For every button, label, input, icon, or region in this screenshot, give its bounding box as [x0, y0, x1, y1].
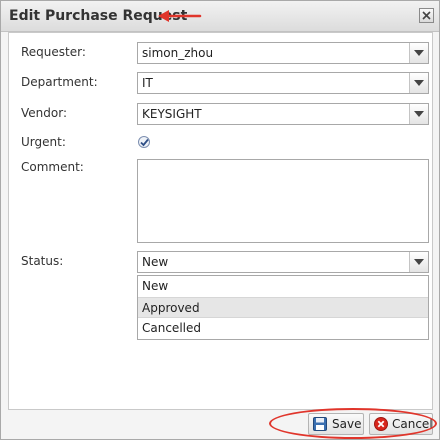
cancel-x-icon: [374, 417, 388, 431]
vendor-value: KEYSIGHT: [142, 107, 202, 121]
cancel-label: Cancel: [392, 417, 433, 431]
chevron-down-icon: [414, 80, 424, 86]
department-select[interactable]: IT: [137, 72, 429, 94]
comment-label: Comment:: [21, 160, 84, 174]
requester-label: Requester:: [21, 45, 86, 59]
option-label: Cancelled: [142, 321, 201, 335]
edit-purchase-request-dialog: Edit Purchase Request Requester: simon_z…: [0, 0, 440, 440]
close-button[interactable]: [419, 8, 434, 23]
red-arrow-annotation: [158, 10, 202, 22]
status-select[interactable]: New: [137, 251, 429, 273]
chevron-down-icon: [414, 111, 424, 117]
checkmark-icon: [140, 138, 149, 147]
department-label: Department:: [21, 75, 98, 89]
form-panel: Requester: simon_zhou Department: IT Ven…: [8, 32, 433, 410]
vendor-dropdown-button[interactable]: [409, 104, 428, 124]
status-value: New: [142, 255, 169, 269]
option-label: Approved: [142, 301, 200, 315]
requester-select[interactable]: simon_zhou: [137, 42, 429, 64]
requester-dropdown-button[interactable]: [409, 43, 428, 63]
chevron-down-icon: [414, 259, 424, 265]
dialog-titlebar[interactable]: Edit Purchase Request: [1, 1, 439, 32]
status-label: Status:: [21, 254, 64, 268]
status-option-approved[interactable]: Approved: [138, 297, 428, 318]
urgent-label: Urgent:: [21, 135, 66, 149]
comment-textarea[interactable]: [137, 159, 429, 243]
floppy-disk-icon: [313, 417, 327, 431]
option-label: New: [142, 279, 169, 293]
chevron-down-icon: [414, 50, 424, 56]
urgent-checkbox[interactable]: [138, 136, 150, 148]
status-option-cancelled[interactable]: Cancelled: [138, 318, 428, 339]
department-value: IT: [142, 76, 153, 90]
save-button[interactable]: Save: [308, 413, 364, 435]
cancel-button[interactable]: Cancel: [369, 413, 433, 435]
department-dropdown-button[interactable]: [409, 73, 428, 93]
close-icon: [422, 11, 431, 20]
status-dropdown-button[interactable]: [409, 252, 428, 272]
status-dropdown-list: New Approved Cancelled: [137, 275, 429, 340]
requester-value: simon_zhou: [142, 46, 214, 60]
save-label: Save: [332, 417, 362, 431]
vendor-select[interactable]: KEYSIGHT: [137, 103, 429, 125]
status-option-new[interactable]: New: [138, 276, 428, 297]
vendor-label: Vendor:: [21, 106, 67, 120]
